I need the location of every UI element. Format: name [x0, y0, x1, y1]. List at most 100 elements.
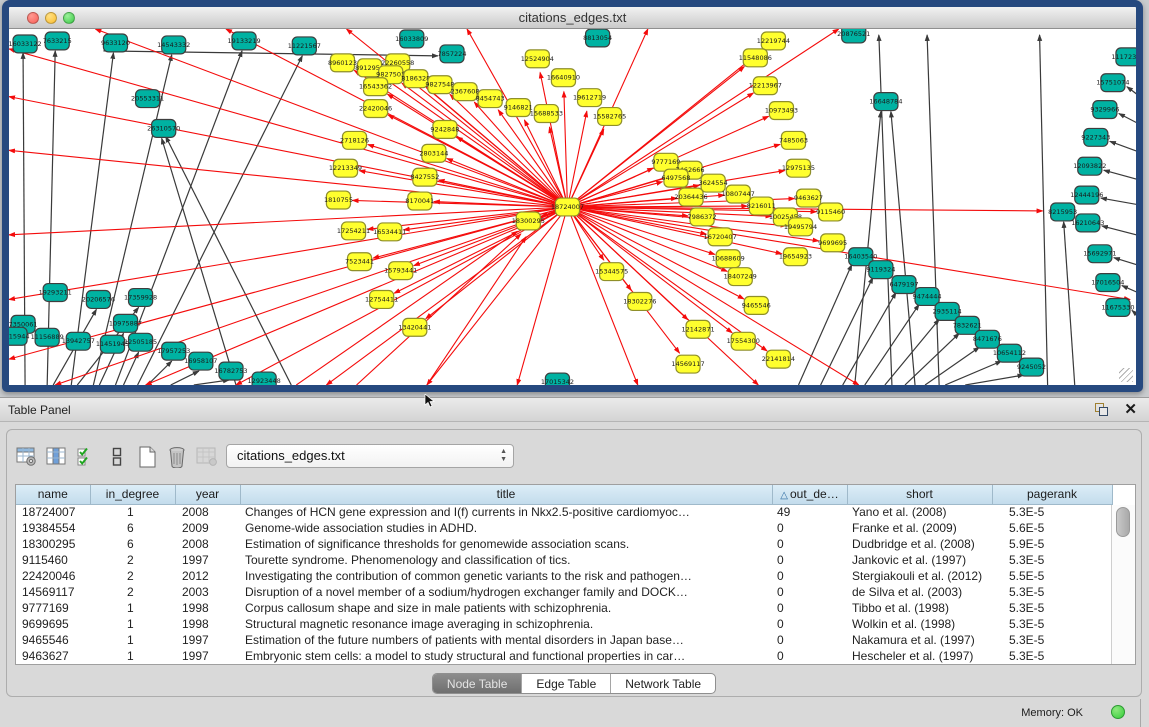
graph-node[interactable]: 13420441: [398, 318, 431, 336]
graph-node[interactable]: 20206576: [82, 291, 115, 309]
table-cell[interactable]: 6: [90, 520, 175, 536]
graph-node[interactable]: 15751074: [1096, 74, 1129, 92]
graph-node[interactable]: 2718126: [340, 131, 369, 149]
graph-node[interactable]: 8813054: [583, 29, 612, 47]
graph-node[interactable]: 17359928: [124, 289, 157, 307]
graph-node[interactable]: 8960123: [328, 54, 357, 72]
tab-node-table[interactable]: Node Table: [433, 674, 522, 693]
graph-node[interactable]: 9463627: [794, 189, 823, 207]
graph-node[interactable]: 10973493: [765, 102, 798, 120]
network-canvas[interactable]: 8960123891295422260558982750316543362818…: [9, 29, 1136, 385]
table-row[interactable]: 1872400712008Changes of HCN gene express…: [16, 504, 1112, 520]
table-cell[interactable]: 5.3E-5: [992, 552, 1112, 568]
table-cell[interactable]: 9465546: [16, 632, 90, 648]
table-vertical-scrollbar[interactable]: [1111, 505, 1135, 664]
graph-node[interactable]: 9115460: [816, 203, 845, 221]
table-cell[interactable]: 5.3E-5: [992, 632, 1112, 648]
table-cell[interactable]: 9699695: [16, 616, 90, 632]
graph-node[interactable]: 7523441: [345, 253, 374, 271]
scrollbar-thumb[interactable]: [1116, 507, 1130, 537]
graph-node[interactable]: 11172334: [1111, 48, 1136, 66]
table-cell[interactable]: Wolkin et al. (1998): [847, 616, 992, 632]
graph-node[interactable]: 15344575: [595, 263, 628, 281]
table-cell[interactable]: 2008: [175, 504, 240, 520]
graph-node[interactable]: 19654923: [779, 248, 812, 266]
table-settings-icon[interactable]: [15, 445, 39, 469]
graph-node[interactable]: 12505185: [124, 333, 157, 351]
column-header-title[interactable]: title: [240, 485, 772, 504]
graph-node[interactable]: 11156889: [31, 328, 64, 346]
table-cell[interactable]: 5.3E-5: [992, 584, 1112, 600]
network-window-titlebar[interactable]: citations_edges.txt: [9, 7, 1136, 29]
table-columns-icon[interactable]: [45, 445, 69, 469]
tab-edge-table[interactable]: Edge Table: [521, 674, 610, 693]
table-cell[interactable]: 1998: [175, 600, 240, 616]
table-cell[interactable]: 2012: [175, 568, 240, 584]
table-cell[interactable]: 6: [90, 536, 175, 552]
column-header-pagerank[interactable]: pagerank: [992, 485, 1112, 504]
table-cell[interactable]: 0: [772, 584, 847, 600]
table-cell[interactable]: de Silva et al. (2003): [847, 584, 992, 600]
table-cell[interactable]: 14569117: [16, 584, 90, 600]
graph-node[interactable]: 6479197: [889, 276, 918, 294]
table-cell[interactable]: 1997: [175, 648, 240, 664]
table-cell[interactable]: Genome-wide association studies in ADHD.: [240, 520, 772, 536]
graph-node[interactable]: 9699695: [818, 234, 847, 252]
graph-node[interactable]: 12524904: [521, 50, 554, 68]
graph-node[interactable]: 19293211: [39, 284, 72, 302]
graph-node[interactable]: 7485063: [779, 131, 808, 149]
table-cell[interactable]: 5.9E-5: [992, 536, 1112, 552]
graph-node[interactable]: 8454743: [476, 90, 505, 108]
table-row[interactable]: 2242004622012Investigating the contribut…: [16, 568, 1112, 584]
table-cell[interactable]: Changes of HCN gene expression and I(f) …: [240, 504, 772, 520]
table-cell[interactable]: Stergiakouli et al. (2012): [847, 568, 992, 584]
table-cell[interactable]: Dudbridge et al. (2008): [847, 536, 992, 552]
graph-node[interactable]: 12975135: [782, 159, 815, 177]
table-select-dropdown[interactable]: citations_edges.txt ▲▼: [226, 444, 514, 468]
table-cell[interactable]: 0: [772, 616, 847, 632]
table-row[interactable]: 946362711997Embryonic stem cells: a mode…: [16, 648, 1112, 664]
graph-node[interactable]: 12093822: [1073, 157, 1106, 175]
table-cell[interactable]: 1997: [175, 632, 240, 648]
graph-node[interactable]: 15688533: [530, 105, 563, 123]
table-cell[interactable]: 1: [90, 648, 175, 664]
graph-node[interactable]: 2803144: [419, 144, 448, 162]
table-cell[interactable]: 0: [772, 520, 847, 536]
table-cell[interactable]: 18724007: [16, 504, 90, 520]
graph-node[interactable]: 12213349: [329, 159, 362, 177]
graph-node[interactable]: 16720407: [704, 228, 737, 246]
graph-node[interactable]: 12444196: [1070, 186, 1103, 204]
select-rows-icon[interactable]: [75, 445, 99, 469]
graph-node[interactable]: 8427552: [410, 168, 439, 186]
table-cell[interactable]: Investigating the contribution of common…: [240, 568, 772, 584]
graph-node[interactable]: 12219744: [757, 32, 790, 50]
graph-node[interactable]: 9227343: [1081, 128, 1110, 146]
table-cell[interactable]: Estimation of the future numbers of pati…: [240, 632, 772, 648]
graph-node[interactable]: 11675330: [1101, 298, 1134, 316]
graph-node[interactable]: 20553311: [131, 90, 164, 108]
graph-node[interactable]: 18300295: [512, 212, 545, 230]
graph-node[interactable]: 19612719: [573, 89, 606, 107]
float-panel-icon[interactable]: [1095, 403, 1109, 417]
graph-node[interactable]: 15582765: [593, 108, 626, 126]
table-cell[interactable]: 0: [772, 568, 847, 584]
graph-node[interactable]: 26310570: [147, 119, 180, 137]
column-header-out_de[interactable]: △out_de…: [772, 485, 847, 504]
graph-node[interactable]: 1810755: [324, 191, 353, 209]
table-cell[interactable]: 2009: [175, 520, 240, 536]
graph-node[interactable]: 7986372: [688, 208, 717, 226]
table-cell[interactable]: Embryonic stem cells: a model to study s…: [240, 648, 772, 664]
graph-node[interactable]: 16210643: [1071, 214, 1104, 232]
table-cell[interactable]: 5.3E-5: [992, 600, 1112, 616]
table-row[interactable]: 946554611997Estimation of the future num…: [16, 632, 1112, 648]
graph-node[interactable]: 12923448: [248, 372, 281, 385]
table-cell[interactable]: 5.3E-5: [992, 504, 1112, 520]
table-cell[interactable]: 1998: [175, 616, 240, 632]
table-row[interactable]: 1830029562008Estimation of significance …: [16, 536, 1112, 552]
graph-node[interactable]: 16033809: [395, 30, 428, 48]
table-cell[interactable]: Corpus callosum shape and size in male p…: [240, 600, 772, 616]
graph-node[interactable]: 20364436: [674, 188, 707, 206]
delete-table-icon[interactable]: [195, 445, 219, 469]
graph-node[interactable]: 9119324: [866, 261, 895, 279]
graph-node[interactable]: 16534411: [373, 223, 406, 241]
